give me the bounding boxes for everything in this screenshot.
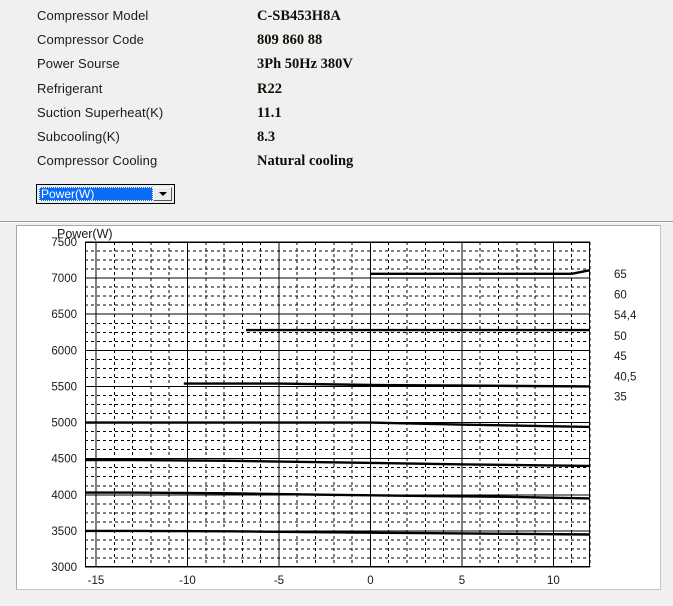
chart-metric-dropdown-button[interactable] <box>153 187 172 201</box>
spec-row: Compressor Model C-SB453H8A <box>0 8 673 33</box>
spec-label-power-sourse: Power Sourse <box>37 56 120 71</box>
x-axis-tick-label: -5 <box>274 575 284 587</box>
spec-value-power-sourse: 3Ph 50Hz 380V <box>257 56 353 72</box>
spec-value-compressor-model: C-SB453H8A <box>257 8 341 24</box>
legend-item-45: 45 <box>614 351 627 363</box>
power-chart-panel: 3000 3500 4000 4500 5000 5500 6000 6500 7000 7500… <box>16 225 661 590</box>
spec-label-suction-superheat: Suction Superheat(K) <box>37 105 164 120</box>
spec-label-compressor-model: Compressor Model <box>37 8 149 23</box>
y-axis-tick-label: 5500 <box>51 381 77 393</box>
chart-metric-dropdown-value[interactable]: Power(W) <box>39 187 153 201</box>
y-axis-tick-label: 4000 <box>51 490 77 502</box>
x-axis-tick-label: 10 <box>547 575 560 587</box>
spec-value-compressor-code: 809 860 88 <box>257 32 323 48</box>
window-footer-area <box>0 590 673 606</box>
spec-row: Compressor Cooling Natural cooling <box>0 153 673 178</box>
chart-series-line-45 <box>85 458 591 468</box>
spec-row: Power Sourse 3Ph 50Hz 380V <box>0 56 673 81</box>
x-axis-tick-label: 5 <box>459 575 465 587</box>
chart-legend: 65 60 54,4 50 45 40,5 35 <box>614 269 637 404</box>
y-axis-tick-label: 5000 <box>51 418 77 430</box>
spec-label-refrigerant: Refrigerant <box>37 81 103 96</box>
legend-item-60: 60 <box>614 290 627 302</box>
chart-series-line-35 <box>85 529 591 536</box>
spec-label-compressor-cooling: Compressor Cooling <box>37 153 158 168</box>
spec-row: Suction Superheat(K) 11.1 <box>0 105 673 130</box>
x-axis-tick-label: -15 <box>88 575 105 587</box>
spec-row: Refrigerant R22 <box>0 81 673 106</box>
chart-series-line-40-5 <box>85 491 591 500</box>
x-axis-tick-label: 0 <box>367 575 373 587</box>
power-chart: 3000350040004500500055006000650070007500… <box>51 227 637 589</box>
y-axis-tick-label: 3500 <box>51 526 77 538</box>
chart-metric-dropdown[interactable]: Power(W) <box>36 184 175 204</box>
chevron-down-icon <box>158 192 167 196</box>
spec-value-refrigerant: R22 <box>257 81 282 97</box>
chart-minor-gridlines <box>85 241 591 568</box>
compressor-spec-block: Compressor Model C-SB453H8A Compressor C… <box>0 0 673 177</box>
legend-item-35: 35 <box>614 392 627 404</box>
spec-value-suction-superheat: 11.1 <box>257 105 282 121</box>
y-axis-tick-label: 6500 <box>51 309 77 321</box>
legend-item-50: 50 <box>614 331 627 343</box>
y-axis-title: Power(W) <box>57 227 113 241</box>
legend-item-54-4: 54,4 <box>614 310 637 322</box>
spec-row: Compressor Code 809 860 88 <box>0 32 673 57</box>
y-axis-tick-label: 7000 <box>51 273 77 285</box>
chart-series-line-50 <box>85 421 591 429</box>
legend-item-40-5: 40,5 <box>614 371 636 383</box>
spec-label-subcooling: Subcooling(K) <box>37 129 120 144</box>
y-axis-tick-label: 4500 <box>51 454 77 466</box>
legend-item-65: 65 <box>614 269 627 281</box>
spec-value-subcooling: 8.3 <box>257 129 276 145</box>
section-divider <box>0 221 673 223</box>
spec-label-compressor-code: Compressor Code <box>37 32 144 47</box>
spec-row: Subcooling(K) 8.3 <box>0 129 673 154</box>
spec-value-compressor-cooling: Natural cooling <box>257 153 354 169</box>
x-axis-tick-label: -10 <box>179 575 196 587</box>
y-axis-tick-label: 3000 <box>51 562 77 574</box>
y-axis-tick-label: 6000 <box>51 345 77 357</box>
